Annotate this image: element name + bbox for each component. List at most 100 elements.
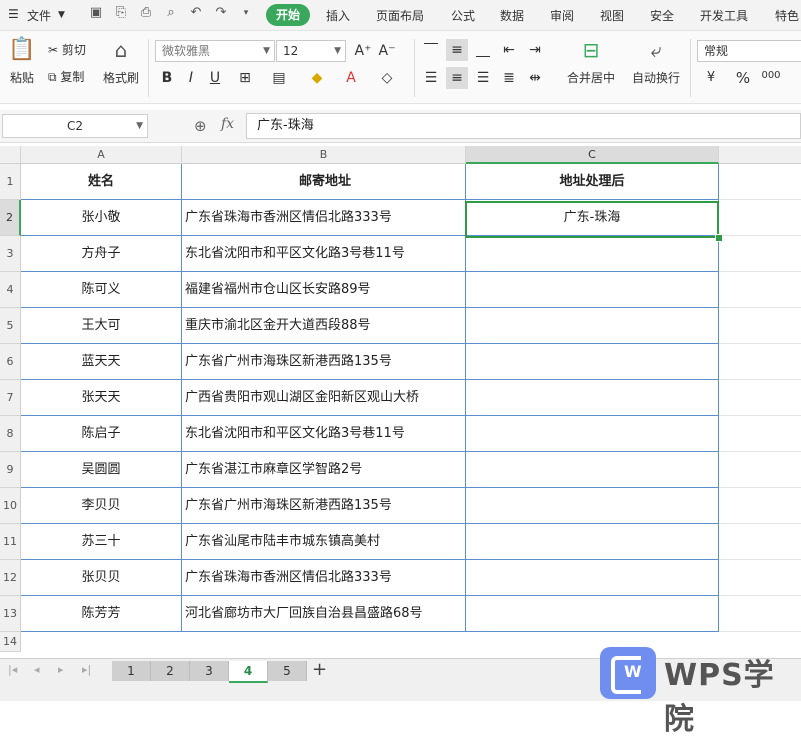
indent-decrease-icon[interactable]: ⇤ xyxy=(498,39,520,61)
table-cell[interactable] xyxy=(719,596,801,632)
copy-button[interactable]: ⧉ 复制 xyxy=(48,68,84,85)
table-cell[interactable] xyxy=(466,380,719,416)
header-cell[interactable]: 邮寄地址 xyxy=(182,164,466,200)
sheet-tab[interactable]: 2 xyxy=(151,661,190,681)
italic-button[interactable]: I xyxy=(180,67,202,89)
align-right-icon[interactable]: ☰ xyxy=(472,67,494,89)
hamburger-menu-icon[interactable]: ☰ xyxy=(8,7,19,21)
row-header[interactable]: 10 xyxy=(0,488,21,524)
tab-security[interactable]: 安全 xyxy=(650,7,674,24)
align-bottom-icon[interactable]: ⎽ xyxy=(472,39,494,61)
table-cell[interactable] xyxy=(719,272,801,308)
table-cell[interactable] xyxy=(719,200,801,236)
row-header[interactable]: 8 xyxy=(0,416,21,452)
chevron-down-icon[interactable]: ▼ xyxy=(58,10,65,20)
number-format-select[interactable]: 常规 xyxy=(697,40,801,62)
tab-data[interactable]: 数据 xyxy=(500,7,524,24)
cut-button[interactable]: ✂ 剪切 xyxy=(48,41,86,58)
font-name-select[interactable]: 微软雅黑 ▼ xyxy=(155,40,275,62)
file-menu[interactable]: 文件 xyxy=(27,7,51,24)
fill-color-icon[interactable]: ◆ xyxy=(306,67,328,89)
column-header-b[interactable]: B xyxy=(182,146,466,164)
table-cell[interactable] xyxy=(719,380,801,416)
paste-button[interactable]: 📋 粘贴 xyxy=(4,37,40,86)
tab-special[interactable]: 特色 xyxy=(775,7,799,24)
table-cell[interactable]: 蓝天天 xyxy=(21,344,182,380)
sheet-tab[interactable]: 4 xyxy=(229,661,268,683)
increase-font-icon[interactable]: A⁺ xyxy=(352,40,374,62)
zoom-icon[interactable]: ⊕ xyxy=(194,117,207,135)
merge-center-button[interactable]: ⊟ 合并居中 xyxy=(560,37,622,86)
table-cell[interactable]: 张小敬 xyxy=(21,200,182,236)
table-cell[interactable]: 河北省廊坊市大厂回族自治县昌盛路68号 xyxy=(182,596,466,632)
table-cell[interactable] xyxy=(466,416,719,452)
save-icon[interactable]: ▣ xyxy=(88,5,104,21)
row-header[interactable]: 13 xyxy=(0,596,21,632)
table-cell[interactable] xyxy=(466,344,719,380)
table-cell[interactable]: 东北省沈阳市和平区文化路3号巷11号 xyxy=(182,416,466,452)
next-sheet-icon[interactable]: ▸ xyxy=(58,663,64,676)
table-cell[interactable]: 广西省贵阳市观山湖区金阳新区观山大桥 xyxy=(182,380,466,416)
customize-chevron-icon[interactable]: ▾ xyxy=(238,5,254,21)
table-cell[interactable]: 广东省汕尾市陆丰市城东镇高美村 xyxy=(182,524,466,560)
table-cell[interactable] xyxy=(719,344,801,380)
table-cell[interactable]: 王大可 xyxy=(21,308,182,344)
thousands-separator-button[interactable]: 000 xyxy=(760,65,782,87)
sheet-tab[interactable]: 3 xyxy=(190,661,229,681)
table-cell[interactable] xyxy=(719,308,801,344)
table-cell[interactable]: 陈可义 xyxy=(21,272,182,308)
header-cell[interactable]: 地址处理后 xyxy=(466,164,719,200)
header-cell[interactable]: 姓名 xyxy=(21,164,182,200)
table-cell[interactable]: 苏三十 xyxy=(21,524,182,560)
table-cell[interactable] xyxy=(466,272,719,308)
table-cell[interactable] xyxy=(466,236,719,272)
row-header[interactable]: 1 xyxy=(0,164,21,200)
prev-sheet-icon[interactable]: ◂ xyxy=(34,663,40,676)
row-header[interactable]: 6 xyxy=(0,344,21,380)
clear-format-icon[interactable]: ◇ xyxy=(376,67,398,89)
sheet-tab[interactable]: 5 xyxy=(268,661,307,681)
print-icon[interactable]: ⎙ xyxy=(138,5,154,21)
table-cell[interactable] xyxy=(719,452,801,488)
table-cell[interactable] xyxy=(719,488,801,524)
table-cell[interactable] xyxy=(719,236,801,272)
wrap-text-button[interactable]: ⤶ 自动换行 xyxy=(628,37,684,86)
table-cell[interactable]: 张天天 xyxy=(21,380,182,416)
borders-icon[interactable]: ⊞ xyxy=(234,67,256,89)
tab-developer[interactable]: 开发工具 xyxy=(700,7,748,24)
table-cell[interactable] xyxy=(466,488,719,524)
format-painter-button[interactable]: ⌂ 格式刷 xyxy=(102,37,140,86)
column-header-a[interactable]: A xyxy=(21,146,182,164)
tab-insert[interactable]: 插入 xyxy=(326,7,350,24)
table-cell[interactable]: 广东-珠海 xyxy=(466,200,719,236)
distribute-icon[interactable]: ⇹ xyxy=(524,67,546,89)
column-header-c[interactable]: C xyxy=(466,146,719,164)
table-cell[interactable]: 重庆市渝北区金开大道西段88号 xyxy=(182,308,466,344)
table-cell[interactable]: 福建省福州市仓山区长安路89号 xyxy=(182,272,466,308)
currency-button[interactable]: ¥ xyxy=(700,67,722,89)
table-cell[interactable] xyxy=(719,524,801,560)
decrease-font-icon[interactable]: A⁻ xyxy=(376,40,398,62)
redo-icon[interactable]: ↷ xyxy=(213,5,229,21)
bold-button[interactable]: B xyxy=(156,67,178,89)
table-cell[interactable]: 方舟子 xyxy=(21,236,182,272)
align-top-icon[interactable]: ⎺ xyxy=(420,39,442,61)
fill-handle[interactable] xyxy=(715,234,723,242)
column-header-d[interactable] xyxy=(719,146,801,164)
add-sheet-button[interactable]: + xyxy=(312,659,327,680)
table-cell[interactable]: 广东省广州市海珠区新港西路135号 xyxy=(182,344,466,380)
tab-home[interactable]: 开始 xyxy=(266,4,310,26)
table-cell[interactable] xyxy=(719,164,801,200)
row-header[interactable]: 7 xyxy=(0,380,21,416)
table-cell[interactable] xyxy=(466,452,719,488)
row-header[interactable]: 3 xyxy=(0,236,21,272)
output-icon[interactable]: ⎘ xyxy=(113,5,129,21)
align-left-icon[interactable]: ☰ xyxy=(420,67,442,89)
table-cell[interactable] xyxy=(466,596,719,632)
align-middle-icon[interactable]: ≡ xyxy=(446,39,468,61)
underline-button[interactable]: U xyxy=(204,67,226,89)
table-cell[interactable] xyxy=(719,416,801,452)
select-all-corner[interactable] xyxy=(0,146,21,164)
tab-review[interactable]: 审阅 xyxy=(550,7,574,24)
formula-input[interactable]: 广东-珠海 xyxy=(246,113,801,139)
